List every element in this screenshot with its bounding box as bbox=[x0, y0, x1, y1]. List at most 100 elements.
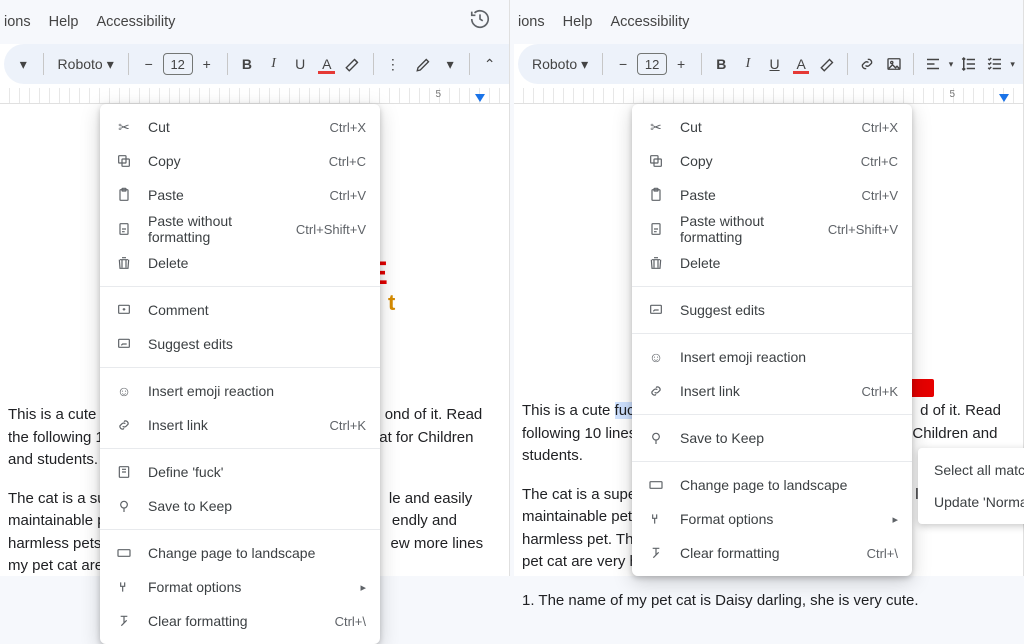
ctx-suggest-edits[interactable]: Suggest edits bbox=[632, 293, 912, 327]
copy-icon bbox=[114, 153, 134, 169]
ctx-copy[interactable]: CopyCtrl+C bbox=[100, 144, 380, 178]
ctx-label: Insert emoji reaction bbox=[680, 349, 898, 365]
ctx-landscape[interactable]: Change page to landscape bbox=[100, 536, 380, 570]
ctx-define[interactable]: Define 'fuck' bbox=[100, 455, 380, 489]
submenu-update-normal[interactable]: Update 'Normal bbox=[918, 486, 1024, 518]
pen-tool-icon[interactable] bbox=[412, 52, 435, 76]
line-spacing-button[interactable] bbox=[957, 52, 980, 76]
ruler-number: 5 bbox=[949, 89, 955, 100]
toolbar: ▾ Roboto ▾ − 12 + B I U A ⋮ ▾ ⌃ bbox=[4, 44, 509, 84]
ctx-label: Copy bbox=[680, 153, 847, 169]
menu-accessibility[interactable]: Accessibility bbox=[610, 14, 689, 30]
ctx-save-keep[interactable]: Save to Keep bbox=[632, 421, 912, 455]
bold-button[interactable]: B bbox=[710, 52, 733, 76]
emoji-icon: ☺ bbox=[646, 349, 666, 365]
ctx-paste[interactable]: PasteCtrl+V bbox=[632, 178, 912, 212]
highlight-button[interactable] bbox=[816, 52, 839, 76]
doc-text: This is a cute bbox=[522, 402, 615, 419]
ctx-comment[interactable]: Comment bbox=[100, 293, 380, 327]
underline-button[interactable]: U bbox=[289, 52, 312, 76]
font-size-stepper[interactable]: − 12 + bbox=[611, 52, 693, 76]
link-icon bbox=[646, 383, 666, 399]
ctx-label: Cut bbox=[148, 119, 316, 135]
checklist-dropdown-icon[interactable]: ▾ bbox=[1010, 59, 1015, 70]
font-size-stepper[interactable]: − 12 + bbox=[137, 52, 219, 76]
ctx-emoji[interactable]: ☺ Insert emoji reaction bbox=[632, 340, 912, 374]
ctx-label: Paste without formatting bbox=[680, 213, 814, 245]
menu-help[interactable]: Help bbox=[49, 14, 79, 30]
ctx-clear-format[interactable]: Clear formattingCtrl+\ bbox=[100, 604, 380, 638]
font-size-box[interactable]: 12 bbox=[637, 53, 667, 75]
font-family-label: Roboto bbox=[532, 56, 577, 72]
submenu-select-all-matching[interactable]: Select all match bbox=[918, 454, 1024, 486]
ctx-format-options[interactable]: Format options▸ bbox=[100, 570, 380, 604]
text-color-button[interactable]: A bbox=[790, 52, 813, 76]
ctx-delete[interactable]: Delete bbox=[632, 246, 912, 280]
doc-text: ew more lines bbox=[391, 535, 484, 552]
font-size-box[interactable]: 12 bbox=[163, 53, 193, 75]
pen-dropdown-icon[interactable]: ▾ bbox=[439, 52, 462, 76]
ctx-cut[interactable]: ✂CutCtrl+X bbox=[632, 110, 912, 144]
increase-font-icon[interactable]: + bbox=[195, 52, 219, 76]
doc-text: maintainable pet. bbox=[522, 508, 636, 525]
shortcut: Ctrl+K bbox=[330, 418, 366, 433]
align-dropdown-icon[interactable]: ▾ bbox=[949, 59, 954, 70]
italic-button[interactable]: I bbox=[737, 52, 760, 76]
ctx-suggest-edits[interactable]: Suggest edits bbox=[100, 327, 380, 361]
clear-format-icon bbox=[114, 613, 134, 629]
bold-button[interactable]: B bbox=[236, 52, 259, 76]
submenu-arrow-icon: ▸ bbox=[360, 581, 366, 594]
decrease-font-icon[interactable]: − bbox=[611, 52, 635, 76]
indent-marker-icon[interactable] bbox=[999, 94, 1009, 102]
insert-link-button[interactable] bbox=[856, 52, 879, 76]
shortcut: Ctrl+\ bbox=[335, 614, 366, 629]
doc-text: harmless pet. The bbox=[522, 531, 642, 548]
delete-icon bbox=[114, 255, 134, 271]
toolbar-chevron-icon[interactable]: ▾ bbox=[12, 52, 35, 76]
ctx-format-options[interactable]: Format options▸ bbox=[632, 502, 912, 536]
ctx-save-keep[interactable]: Save to Keep bbox=[100, 489, 380, 523]
ctx-paste[interactable]: PasteCtrl+V bbox=[100, 178, 380, 212]
ctx-clear-format[interactable]: Clear formattingCtrl+\ bbox=[632, 536, 912, 570]
doc-text: The cat is a sup bbox=[8, 490, 114, 507]
insert-image-button[interactable] bbox=[883, 52, 906, 76]
shortcut: Ctrl+X bbox=[862, 120, 898, 135]
format-options-submenu: Select all match Update 'Normal bbox=[918, 448, 1024, 524]
menu-extensions[interactable]: ions bbox=[4, 14, 31, 30]
underline-button[interactable]: U bbox=[763, 52, 786, 76]
ctx-link[interactable]: Insert linkCtrl+K bbox=[632, 374, 912, 408]
ctx-label: Copy bbox=[148, 153, 315, 169]
menubar: ions Help Accessibility bbox=[0, 0, 509, 44]
collapse-toolbar-icon[interactable]: ⌃ bbox=[478, 52, 501, 76]
doc-text: maintainable pe bbox=[8, 512, 114, 529]
menu-accessibility[interactable]: Accessibility bbox=[96, 14, 175, 30]
ctx-link[interactable]: Insert linkCtrl+K bbox=[100, 408, 380, 442]
ctx-emoji[interactable]: ☺Insert emoji reaction bbox=[100, 374, 380, 408]
cut-icon: ✂ bbox=[114, 119, 134, 136]
shortcut: Ctrl+X bbox=[330, 120, 366, 135]
increase-font-icon[interactable]: + bbox=[669, 52, 693, 76]
highlight-button[interactable] bbox=[342, 52, 365, 76]
italic-button[interactable]: I bbox=[262, 52, 285, 76]
font-family-select[interactable]: Roboto ▾ bbox=[526, 56, 594, 73]
shortcut: Ctrl+Shift+V bbox=[296, 222, 366, 237]
paste-plain-icon bbox=[646, 221, 666, 237]
ctx-paste-without-formatting[interactable]: Paste without formattingCtrl+Shift+V bbox=[100, 212, 380, 246]
align-button[interactable] bbox=[922, 52, 945, 76]
ctx-delete[interactable]: Delete bbox=[100, 246, 380, 280]
menubar: ions Help Accessibility bbox=[514, 0, 1023, 44]
decrease-font-icon[interactable]: − bbox=[137, 52, 161, 76]
ctx-landscape[interactable]: Change page to landscape bbox=[632, 468, 912, 502]
history-icon[interactable] bbox=[469, 8, 491, 30]
menu-extensions[interactable]: ions bbox=[518, 14, 545, 30]
more-icon[interactable]: ⋮ bbox=[382, 52, 405, 76]
ctx-cut[interactable]: ✂ Cut Ctrl+X bbox=[100, 110, 380, 144]
indent-marker-icon[interactable] bbox=[475, 94, 485, 102]
keep-icon bbox=[114, 498, 134, 514]
ctx-paste-without-formatting[interactable]: Paste without formattingCtrl+Shift+V bbox=[632, 212, 912, 246]
text-color-button[interactable]: A bbox=[315, 52, 338, 76]
font-family-select[interactable]: Roboto ▾ bbox=[52, 56, 120, 73]
ctx-copy[interactable]: CopyCtrl+C bbox=[632, 144, 912, 178]
checklist-button[interactable] bbox=[984, 52, 1007, 76]
menu-help[interactable]: Help bbox=[563, 14, 593, 30]
